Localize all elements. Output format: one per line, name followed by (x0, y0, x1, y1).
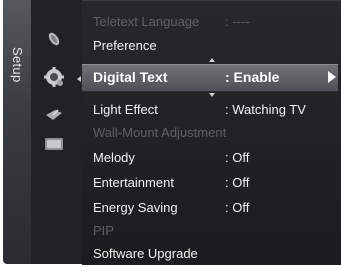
menu-item-preference[interactable]: Preference (93, 35, 157, 57)
menu-item-label: Teletext Language (93, 14, 200, 29)
submenu-arrow-icon[interactable] (328, 71, 336, 83)
scroll-down-arrow-icon (209, 93, 215, 97)
input-icon[interactable] (44, 137, 64, 151)
scroll-up-arrow-icon (209, 58, 215, 62)
menu-item-label: Melody (93, 150, 135, 165)
category-icon-column (31, 0, 82, 264)
menu-item-label: Wall-Mount Adjustment (93, 125, 227, 140)
menu-item-label: Light Effect (93, 102, 158, 117)
menu-item-value: : Enable (225, 69, 280, 85)
menu-item-wall-mount-adjustment: Wall-Mount Adjustment (93, 122, 226, 144)
menu-item-label: Entertainment (93, 175, 174, 190)
antenna-icon[interactable] (45, 30, 63, 48)
satellite-icon[interactable] (45, 108, 63, 122)
menu-item-value: : Watching TV (225, 102, 306, 117)
menu-item-pip: PIP (93, 220, 114, 242)
setup-side-tab[interactable]: Setup (3, 0, 31, 264)
menu-item-entertainment[interactable]: Entertainment : Off (93, 172, 249, 194)
menu-item-teletext-language: Teletext Language : ---- (93, 11, 250, 33)
menu-item-value: : Off (225, 200, 250, 215)
setup-tab-label: Setup (10, 47, 25, 83)
menu-item-label: PIP (93, 223, 114, 238)
menu-item-label: Software Upgrade (93, 246, 198, 261)
menu-item-label: Digital Text (93, 69, 168, 85)
menu-item-value: : ---- (225, 14, 250, 29)
settings-gear-icon[interactable] (43, 66, 65, 88)
menu-item-value: : Off (225, 175, 250, 190)
menu-item-digital-text[interactable]: Digital Text : Enable (93, 66, 279, 88)
menu-item-energy-saving[interactable]: Energy Saving : Off (93, 197, 249, 219)
menu-item-light-effect[interactable]: Light Effect : Watching TV (93, 99, 306, 121)
menu-item-label: Energy Saving (93, 200, 178, 215)
menu-item-melody[interactable]: Melody : Off (93, 147, 249, 169)
menu-item-software-upgrade[interactable]: Software Upgrade (93, 243, 198, 265)
current-category-pointer (77, 76, 81, 82)
menu-item-value: : Off (225, 150, 250, 165)
menu-item-label: Preference (93, 38, 157, 53)
